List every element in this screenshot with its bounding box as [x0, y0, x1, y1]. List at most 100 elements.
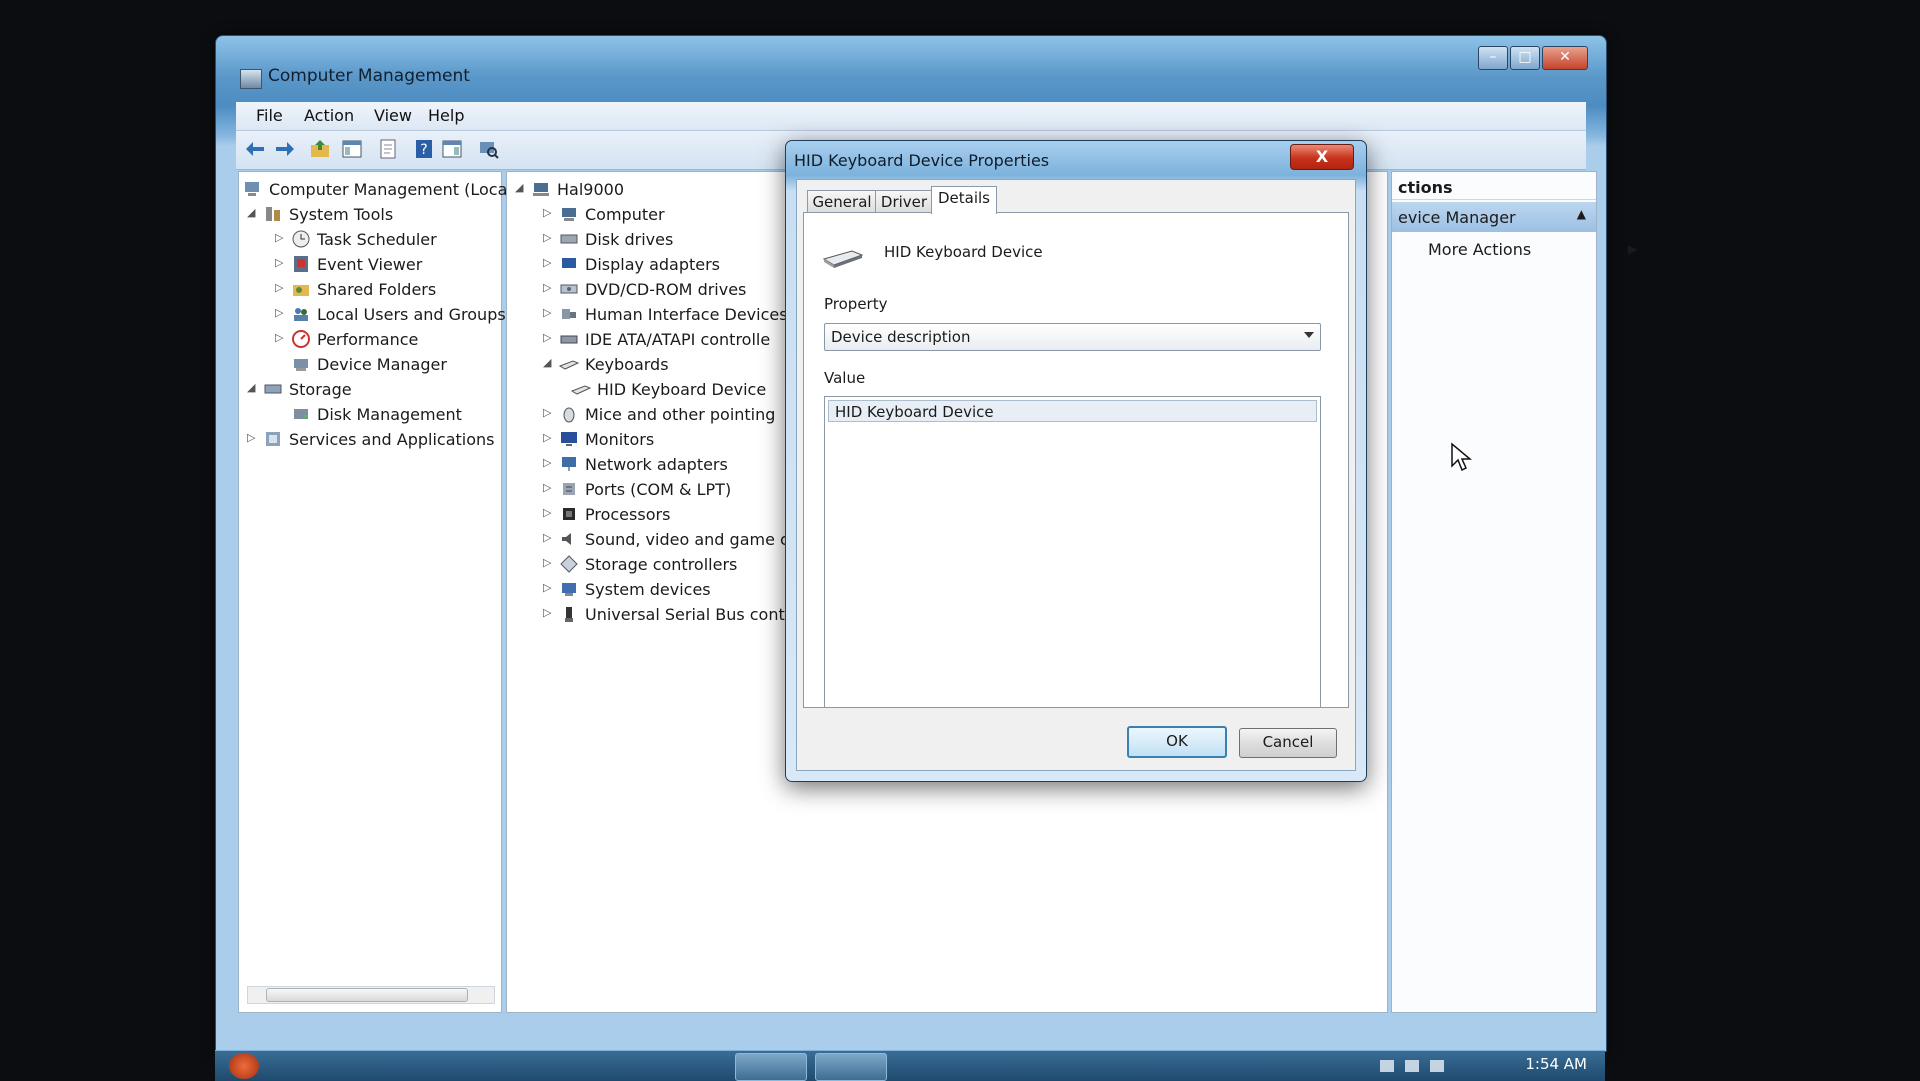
clock-icon — [292, 230, 310, 248]
expand-triangle-icon[interactable]: ▷ — [543, 257, 555, 269]
minimize-button[interactable]: – — [1478, 46, 1508, 70]
value-label: Value — [824, 369, 866, 387]
actions-header: ctions — [1392, 172, 1596, 200]
expand-triangle-icon[interactable]: ▷ — [543, 582, 555, 594]
ok-button[interactable]: OK — [1127, 726, 1227, 758]
expand-triangle-icon[interactable]: ▷ — [543, 432, 555, 444]
more-actions-item[interactable]: More Actions ▶ — [1428, 234, 1637, 259]
expand-triangle-icon[interactable]: ▷ — [275, 307, 287, 319]
list-item[interactable]: HID Keyboard Device — [828, 400, 1317, 422]
expand-triangle-icon[interactable]: ▷ — [543, 332, 555, 344]
expand-triangle-icon[interactable]: ▷ — [543, 532, 555, 544]
tree-label: Shared Folders — [317, 280, 437, 299]
expand-triangle-icon[interactable]: ▷ — [275, 232, 287, 244]
expand-triangle-icon[interactable]: ▷ — [543, 407, 555, 419]
tree-label: Task Scheduler — [317, 230, 437, 249]
network-icon[interactable] — [1430, 1060, 1444, 1072]
tree-label: Processors — [585, 505, 671, 524]
taskbar-window-button[interactable] — [735, 1053, 807, 1081]
more-actions-label: More Actions — [1428, 240, 1532, 259]
back-arrow-icon[interactable] — [244, 137, 268, 161]
mouse-icon — [563, 407, 575, 423]
device-manager-icon — [294, 359, 308, 371]
properties-icon[interactable] — [376, 137, 400, 161]
collapse-triangle-icon[interactable]: ◢ — [247, 207, 259, 219]
help-icon[interactable]: ? — [412, 137, 436, 161]
tree-label: Computer Management (Local — [269, 180, 512, 199]
taskbar-window-button-active[interactable] — [815, 1053, 887, 1081]
show-hide-console-tree-icon[interactable] — [340, 137, 364, 161]
speaker-icon[interactable] — [1380, 1060, 1394, 1072]
performance-icon — [292, 330, 310, 348]
tree-label: Services and Applications — [289, 430, 495, 449]
expand-triangle-icon[interactable]: ▷ — [543, 457, 555, 469]
scan-hardware-icon[interactable] — [476, 137, 500, 161]
expand-triangle-icon[interactable]: ▷ — [543, 307, 555, 319]
flag-icon[interactable] — [1405, 1060, 1419, 1072]
scrollbar-thumb[interactable] — [266, 988, 468, 1002]
taskbar: 1:54 AM — [215, 1050, 1605, 1081]
expand-triangle-icon[interactable]: ▷ — [275, 257, 287, 269]
svg-text:?: ? — [420, 142, 427, 158]
tree-label: System devices — [585, 580, 711, 599]
up-folder-icon[interactable] — [308, 137, 332, 161]
console-tree-pane: Computer Management (Local ◢ System Tool… — [238, 171, 512, 1013]
collapse-triangle-icon[interactable]: ◢ — [543, 357, 555, 369]
forward-arrow-icon[interactable] — [272, 137, 296, 161]
details-panel: HID Keyboard Device Property Device desc… — [803, 212, 1349, 708]
close-button[interactable]: ✕ — [1542, 46, 1588, 70]
dialog-close-button[interactable]: X — [1290, 144, 1354, 170]
tree-label: DVD/CD-ROM drives — [585, 280, 747, 299]
submenu-arrow-icon: ▶ — [1628, 242, 1638, 256]
value-listbox[interactable]: HID Keyboard Device — [824, 396, 1321, 708]
tree-label: IDE ATA/ATAPI controlle — [585, 330, 771, 349]
start-button[interactable] — [229, 1053, 259, 1079]
sound-icon — [562, 533, 571, 545]
dialog-body: General Driver Details HID Keyboard Devi… — [796, 179, 1356, 771]
menu-file[interactable]: File — [256, 106, 283, 125]
expand-triangle-icon[interactable]: ▷ — [543, 557, 555, 569]
usb-icon — [565, 607, 573, 622]
tree-label: Monitors — [585, 430, 655, 449]
expand-triangle-icon[interactable]: ▷ — [543, 232, 555, 244]
expand-triangle-icon[interactable]: ▷ — [543, 607, 555, 619]
horizontal-scrollbar[interactable] — [247, 986, 495, 1004]
collapse-triangle-icon[interactable]: ◢ — [247, 382, 259, 394]
hid-icon — [562, 309, 576, 319]
taskbar-clock[interactable]: 1:54 AM — [1525, 1055, 1587, 1073]
ide-icon — [560, 335, 578, 344]
window-titlebar[interactable]: Computer Management – □ ✕ — [216, 36, 1606, 89]
menu-view[interactable]: View — [374, 106, 412, 125]
tree-label: Performance — [317, 330, 419, 349]
expand-triangle-icon[interactable]: ▷ — [275, 332, 287, 344]
tab-details[interactable]: Details — [931, 186, 997, 214]
tree-label: Ports (COM & LPT) — [585, 480, 732, 499]
actions-section-label: evice Manager — [1398, 208, 1516, 227]
collapse-triangle-icon[interactable]: ◢ — [515, 182, 527, 194]
actions-device-manager[interactable]: evice Manager ▲ — [1392, 202, 1596, 232]
expand-triangle-icon[interactable]: ▷ — [543, 207, 555, 219]
tab-general[interactable]: General — [807, 190, 877, 213]
property-select[interactable]: Device description — [824, 323, 1321, 351]
expand-triangle-icon[interactable]: ▷ — [543, 482, 555, 494]
tab-driver[interactable]: Driver — [875, 190, 933, 213]
disk-drive-icon — [560, 234, 578, 244]
expand-triangle-icon[interactable]: ▷ — [543, 282, 555, 294]
keyboard-icon — [559, 360, 579, 370]
maximize-button[interactable]: □ — [1510, 46, 1540, 70]
collapse-up-icon[interactable]: ▲ — [1577, 207, 1586, 221]
show-hide-action-pane-icon[interactable] — [440, 137, 464, 161]
dvd-icon — [560, 284, 578, 294]
services-icon — [266, 432, 280, 446]
cancel-button[interactable]: Cancel — [1239, 728, 1337, 758]
menu-action[interactable]: Action — [304, 106, 354, 125]
display-adapter-icon — [562, 258, 576, 268]
expand-triangle-icon[interactable]: ▷ — [247, 432, 259, 444]
keyboard-icon — [571, 385, 591, 395]
menu-help[interactable]: Help — [428, 106, 464, 125]
tree-label: Sound, video and game c — [585, 530, 789, 549]
expand-triangle-icon[interactable]: ▷ — [543, 507, 555, 519]
expand-triangle-icon[interactable]: ▷ — [275, 282, 287, 294]
disk-management-icon — [294, 409, 308, 419]
chevron-down-icon — [1304, 332, 1314, 338]
